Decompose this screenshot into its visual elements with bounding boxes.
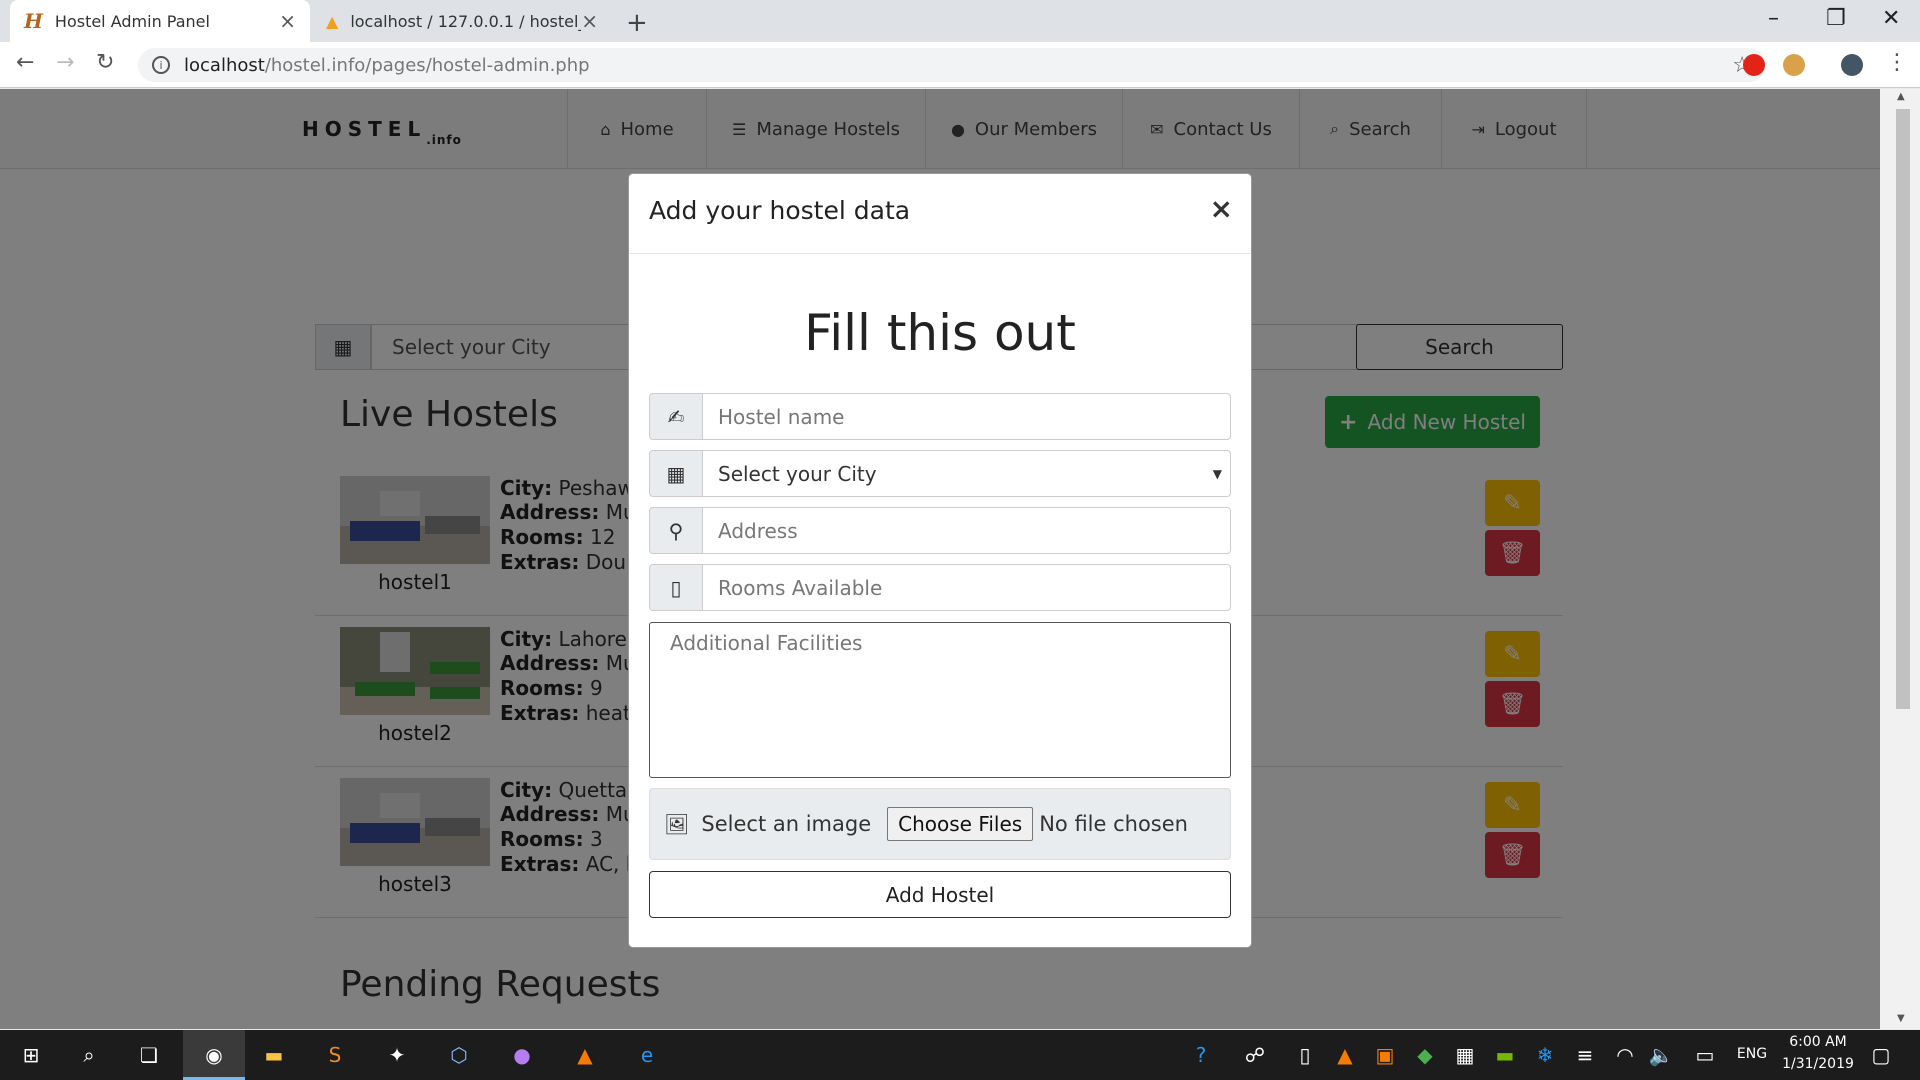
file-explorer-icon[interactable]: ▬ [259, 1040, 289, 1070]
clock-time[interactable]: 6:00 AM [1768, 1034, 1868, 1050]
city-building-icon: ▦ [649, 450, 703, 497]
wifi-icon[interactable]: ◠ [1610, 1040, 1640, 1070]
modal-title: Add your hostel data [649, 196, 911, 225]
address-group: ⚲ Address [649, 507, 1231, 554]
modal-close-icon[interactable]: × [1210, 192, 1233, 225]
security-tray-icon[interactable]: ◆ [1410, 1040, 1440, 1070]
image-label: Select an image [701, 812, 872, 836]
help-icon[interactable]: ? [1186, 1040, 1216, 1070]
people-icon[interactable]: ☍ [1240, 1040, 1270, 1070]
back-arrow-icon[interactable]: ← [16, 50, 34, 75]
image-icon: 🖼 [664, 812, 690, 836]
choose-files-button[interactable]: Choose Files [887, 807, 1034, 841]
file-status: No file chosen [1039, 812, 1188, 836]
tab-title: Hostel Admin Panel [54, 11, 210, 31]
browser-menu-icon[interactable]: ⋮ [1886, 50, 1908, 75]
address-bar[interactable]: i localhost/hostel.info/pages/hostel-adm… [138, 48, 1766, 82]
windows-start-icon[interactable]: ⊞ [16, 1040, 46, 1070]
battery-icon[interactable]: ▭ [1690, 1040, 1720, 1070]
app-icon[interactable]: ✦ [382, 1040, 412, 1070]
restore-icon[interactable]: ❐ [1826, 6, 1846, 31]
sublime-text-icon[interactable]: S [320, 1040, 350, 1070]
tab-close-icon[interactable]: × [279, 9, 296, 33]
tab-phpmyadmin[interactable]: ▲ localhost / 127.0.0.1 / hostel_db × [312, 0, 612, 42]
tab-close-icon[interactable]: × [581, 9, 598, 33]
reload-icon[interactable]: ↻ [96, 50, 114, 75]
hostel-name-group: ✍ Hostel name [649, 393, 1231, 440]
city-group: ▦ Select your City ▼ [649, 450, 1231, 497]
signature-icon: ✍ [649, 393, 703, 440]
tab-hostel-admin[interactable]: H Hostel Admin Panel × [10, 0, 310, 42]
cookie-extension-icon[interactable] [1783, 54, 1805, 76]
github-icon[interactable]: ● [507, 1040, 537, 1070]
city-select-value: Select your City [718, 461, 877, 486]
minimize-icon[interactable]: – [1768, 6, 1779, 31]
language-indicator[interactable]: ENG [1732, 1046, 1772, 1062]
search-icon[interactable]: ⌕ [74, 1040, 104, 1070]
vlc-tray-icon[interactable]: ▲ [1330, 1040, 1360, 1070]
xampp-tray-icon[interactable]: ▣ [1370, 1040, 1400, 1070]
opera-extension-icon[interactable] [1743, 54, 1765, 76]
scroll-up-icon[interactable]: ▲ [1897, 91, 1905, 102]
phpmyadmin-favicon-icon: ▲ [326, 11, 339, 31]
forward-arrow-icon[interactable]: → [56, 50, 74, 75]
url-host: localhost [184, 54, 265, 76]
hostel-favicon-icon: H [24, 9, 43, 33]
facilities-textarea[interactable]: Additional Facilities [649, 622, 1231, 778]
tray-app-icon[interactable]: ▦ [1450, 1040, 1480, 1070]
clock-date[interactable]: 1/31/2019 [1768, 1056, 1868, 1072]
form-heading: Fill this out [804, 304, 1076, 362]
rooms-input[interactable]: Rooms Available [702, 564, 1231, 611]
modal-header: Add your hostel data × [629, 174, 1251, 254]
window-close-icon[interactable]: ✕ [1882, 6, 1900, 31]
url-path: /hostel.info/pages/hostel-admin.php [264, 54, 590, 76]
vlc-icon[interactable]: ▲ [570, 1040, 600, 1070]
snowflake-tray-icon[interactable]: ❄ [1530, 1040, 1560, 1070]
scroll-thumb[interactable] [1896, 109, 1910, 709]
info-icon[interactable]: i [152, 56, 170, 74]
scroll-down-icon[interactable]: ▼ [1897, 1013, 1905, 1024]
map-marker-icon: ⚲ [649, 507, 703, 554]
windows-taskbar: ⊞ ⌕ ❏ ◉ ▬ S ✦ ⬡ ● ▲ e ? ☍ ▯ ▲ ▣ ◆ ▦ ▬ ❄ … [0, 1030, 1920, 1080]
add-hostel-button[interactable]: Add Hostel [649, 871, 1231, 918]
hostel-name-input[interactable]: Hostel name [702, 393, 1231, 440]
page-scrollbar[interactable]: ▲ ▼ [1880, 89, 1920, 1029]
rooms-group: ▯ Rooms Available [649, 564, 1231, 611]
new-tab-icon[interactable]: + [626, 8, 648, 38]
browser-tab-bar: H Hostel Admin Panel × ▲ localhost / 127… [0, 0, 1920, 42]
tab-title: localhost / 127.0.0.1 / hostel_db [350, 11, 582, 31]
chrome-icon[interactable]: ◉ [199, 1040, 229, 1070]
dropdown-arrow-icon: ▼ [1212, 466, 1222, 481]
nvidia-tray-icon[interactable]: ▬ [1490, 1040, 1520, 1070]
image-upload-group: 🖼 Select an image Choose Files No file c… [649, 788, 1231, 860]
door-icon: ▯ [649, 564, 703, 611]
usb-icon[interactable]: ▯ [1290, 1040, 1320, 1070]
add-hostel-modal: Add your hostel data × Fill this out ✍ H… [628, 173, 1252, 948]
profile-avatar-icon[interactable] [1841, 54, 1863, 76]
browser-toolbar: ← → ↻ i localhost/hostel.info/pages/host… [0, 42, 1920, 88]
task-view-icon[interactable]: ❏ [134, 1040, 164, 1070]
city-select[interactable]: Select your City ▼ [702, 450, 1231, 497]
address-input[interactable]: Address [702, 507, 1231, 554]
volume-icon[interactable]: 🔈 [1646, 1040, 1676, 1070]
edge-icon[interactable]: e [632, 1040, 662, 1070]
notifications-icon[interactable]: ▢ [1866, 1040, 1896, 1070]
tray-overflow-icon[interactable]: ≡ [1570, 1040, 1600, 1070]
virtualbox-icon[interactable]: ⬡ [444, 1040, 474, 1070]
